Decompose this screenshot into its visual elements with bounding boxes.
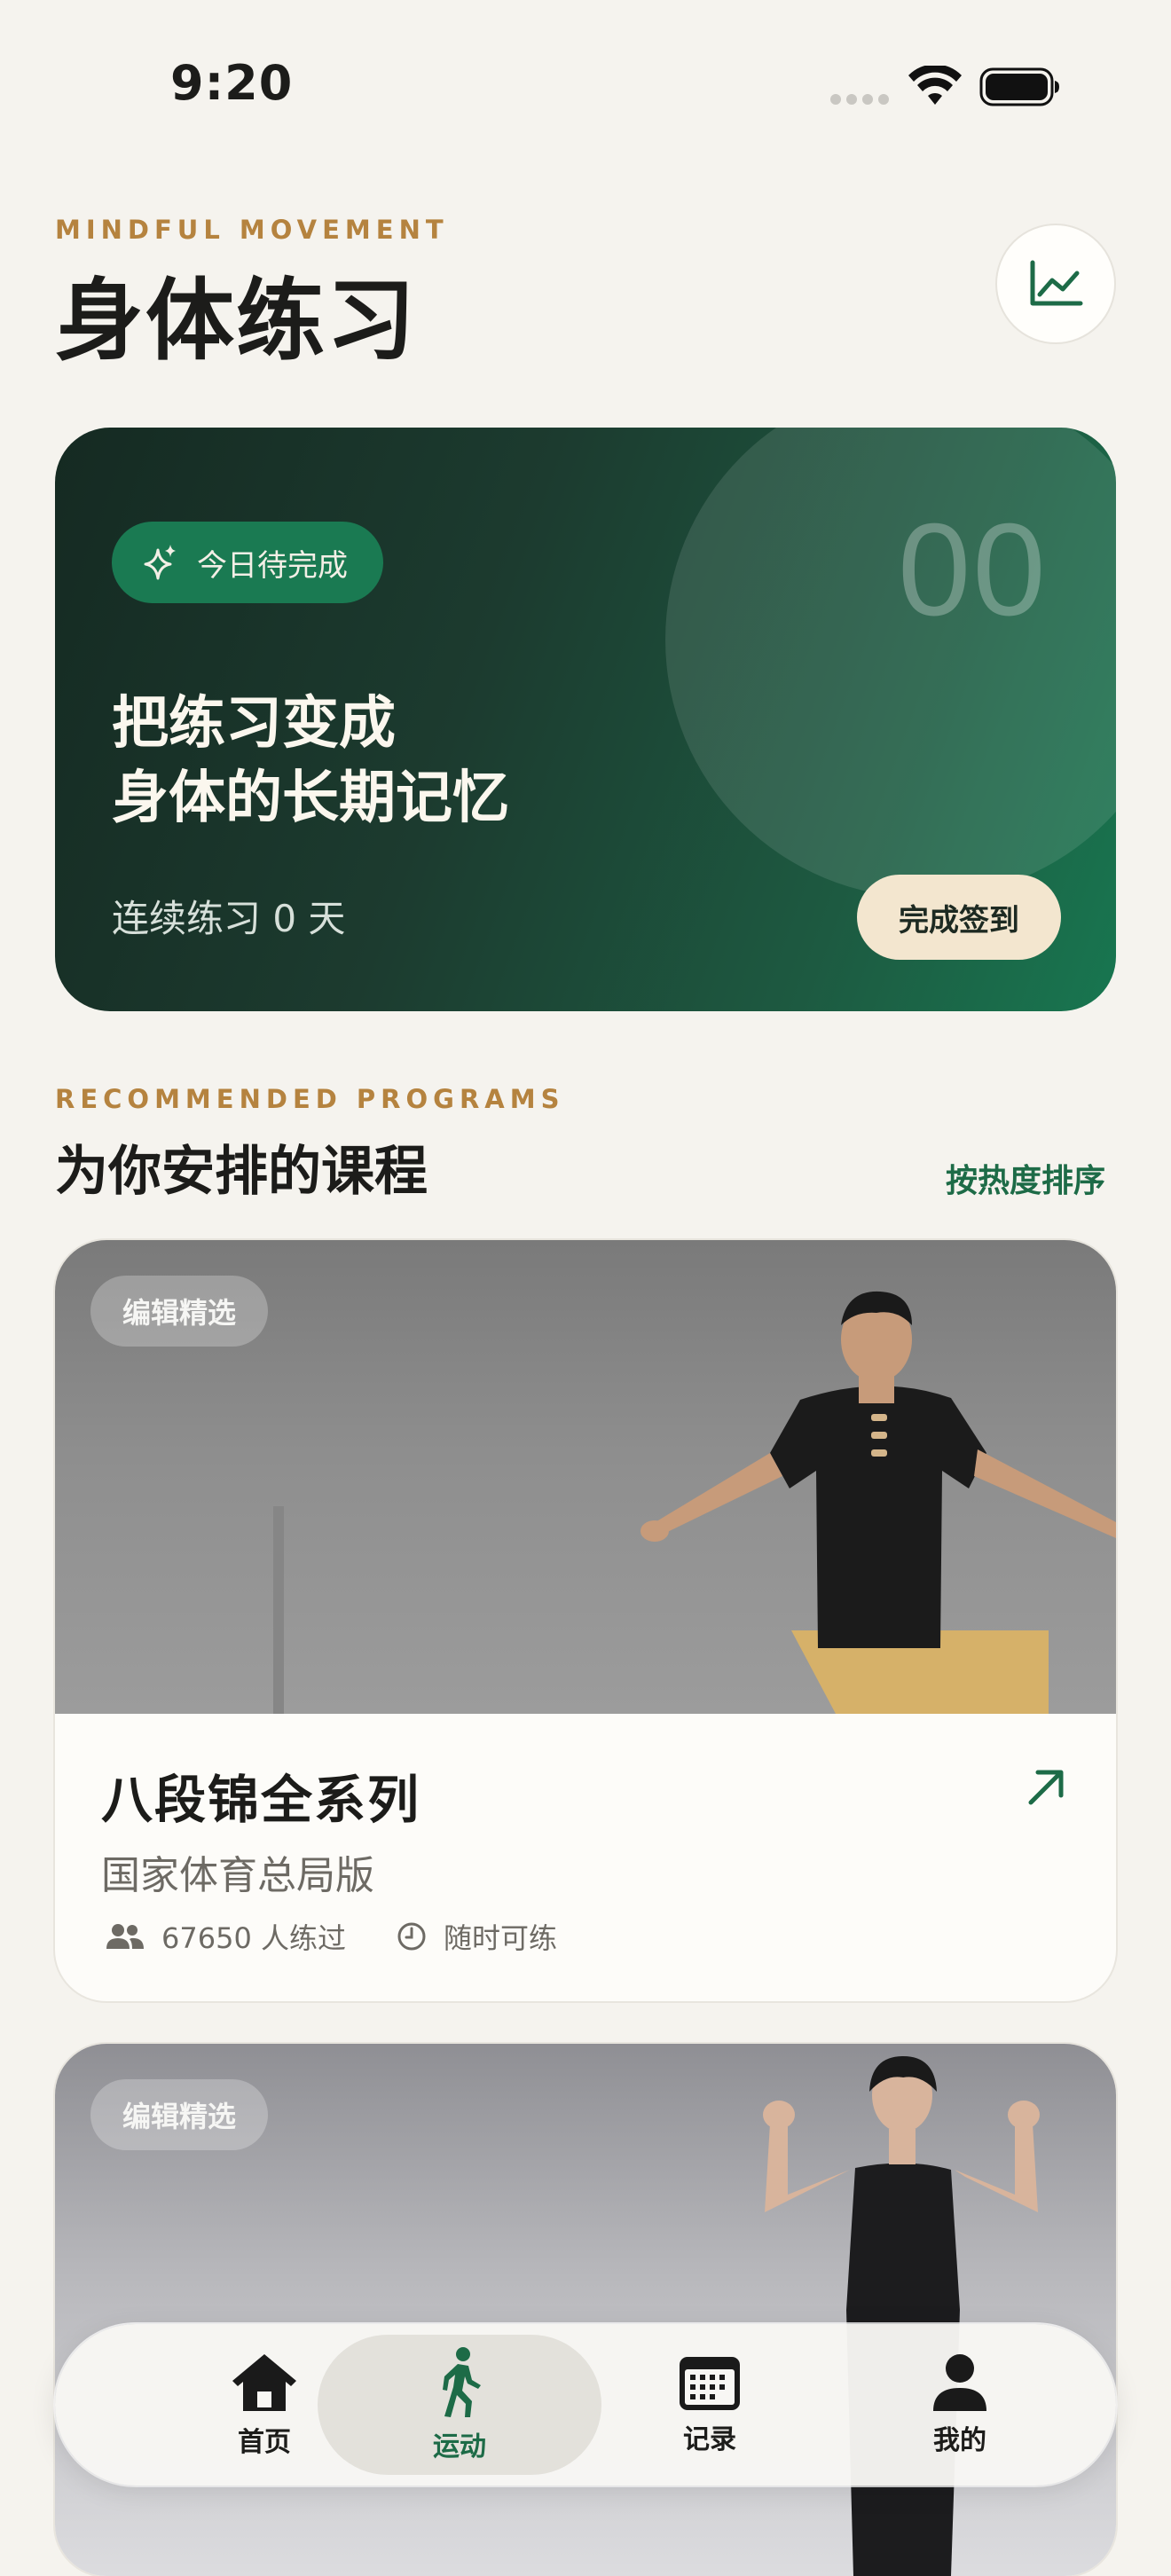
- program-cover-image: 编辑精选: [55, 1240, 1116, 1714]
- tab-label: 记录: [683, 2424, 736, 2455]
- program-cover-image: 编辑精选: [55, 2044, 1116, 2576]
- hero-title: 把练习变成 身体的长期记忆: [112, 687, 509, 836]
- tab-label: 运动: [433, 2431, 486, 2462]
- availability: 随时可练: [396, 1916, 557, 1957]
- availability-text: 随时可练: [444, 1921, 558, 1955]
- decorative-circle: [665, 428, 1116, 898]
- tab-exercise[interactable]: 运动: [335, 2324, 584, 2486]
- clock-icon: [397, 1922, 426, 1951]
- program-card[interactable]: 编辑精选 八段锦全系列 国家体育总局版 67650 人练过 随时可练: [55, 1240, 1116, 2001]
- tab-bar: 首页 运动 记录 我的: [55, 2324, 1116, 2486]
- hero-title-line-2: 身体的长期记忆: [112, 766, 509, 831]
- walking-icon: [443, 2347, 481, 2417]
- program-title: 八段锦全系列: [101, 1770, 421, 1830]
- today-pending-label: 今日待完成: [197, 547, 348, 584]
- section-eyebrow: RECOMMENDED PROGRAMS: [55, 1084, 565, 1114]
- today-pending-pill: 今日待完成: [112, 522, 383, 603]
- tab-records[interactable]: 记录: [586, 2324, 834, 2486]
- tab-label: 我的: [933, 2425, 986, 2456]
- checkin-button[interactable]: 完成签到: [857, 875, 1061, 960]
- status-time: 9:20: [170, 55, 294, 111]
- editor-pick-badge: 编辑精选: [90, 1276, 269, 1347]
- tab-profile[interactable]: 我的: [836, 2324, 1084, 2486]
- sort-by-popularity-link[interactable]: 按热度排序: [946, 1155, 1105, 1201]
- today-practice-card: 今日待完成 00 把练习变成 身体的长期记忆 连续练习 0 天 完成签到: [55, 428, 1116, 1011]
- hero-title-line-1: 把练习变成: [112, 691, 396, 757]
- streak-text: 连续练习 0 天: [112, 897, 346, 940]
- battery-icon: [979, 67, 1059, 106]
- person-icon: [933, 2354, 986, 2411]
- tab-label: 首页: [238, 2427, 291, 2458]
- sparkle-icon: [144, 545, 176, 580]
- wifi-icon: [908, 66, 962, 105]
- home-icon: [232, 2354, 296, 2411]
- stats-button[interactable]: [995, 224, 1116, 344]
- people-icon: [106, 1924, 144, 1949]
- cellular-signal-icon: [830, 94, 889, 105]
- practice-count: 00: [898, 497, 1048, 643]
- page-title: 身体练习: [55, 269, 417, 373]
- calendar-icon: [680, 2357, 740, 2410]
- arrow-up-right-icon[interactable]: [1026, 1767, 1066, 1808]
- practitioner-count-text: 67650 人练过: [161, 1921, 346, 1955]
- section-title: 为你安排的课程: [55, 1141, 428, 1203]
- program-card[interactable]: 编辑精选: [55, 2044, 1116, 2576]
- practitioner-count: 67650 人练过: [105, 1916, 346, 1957]
- chart-line-icon: [1030, 260, 1083, 306]
- page-eyebrow: MINDFUL MOVEMENT: [55, 215, 449, 245]
- editor-pick-badge: 编辑精选: [90, 2079, 269, 2150]
- program-subtitle: 国家体育总局版: [101, 1853, 374, 1898]
